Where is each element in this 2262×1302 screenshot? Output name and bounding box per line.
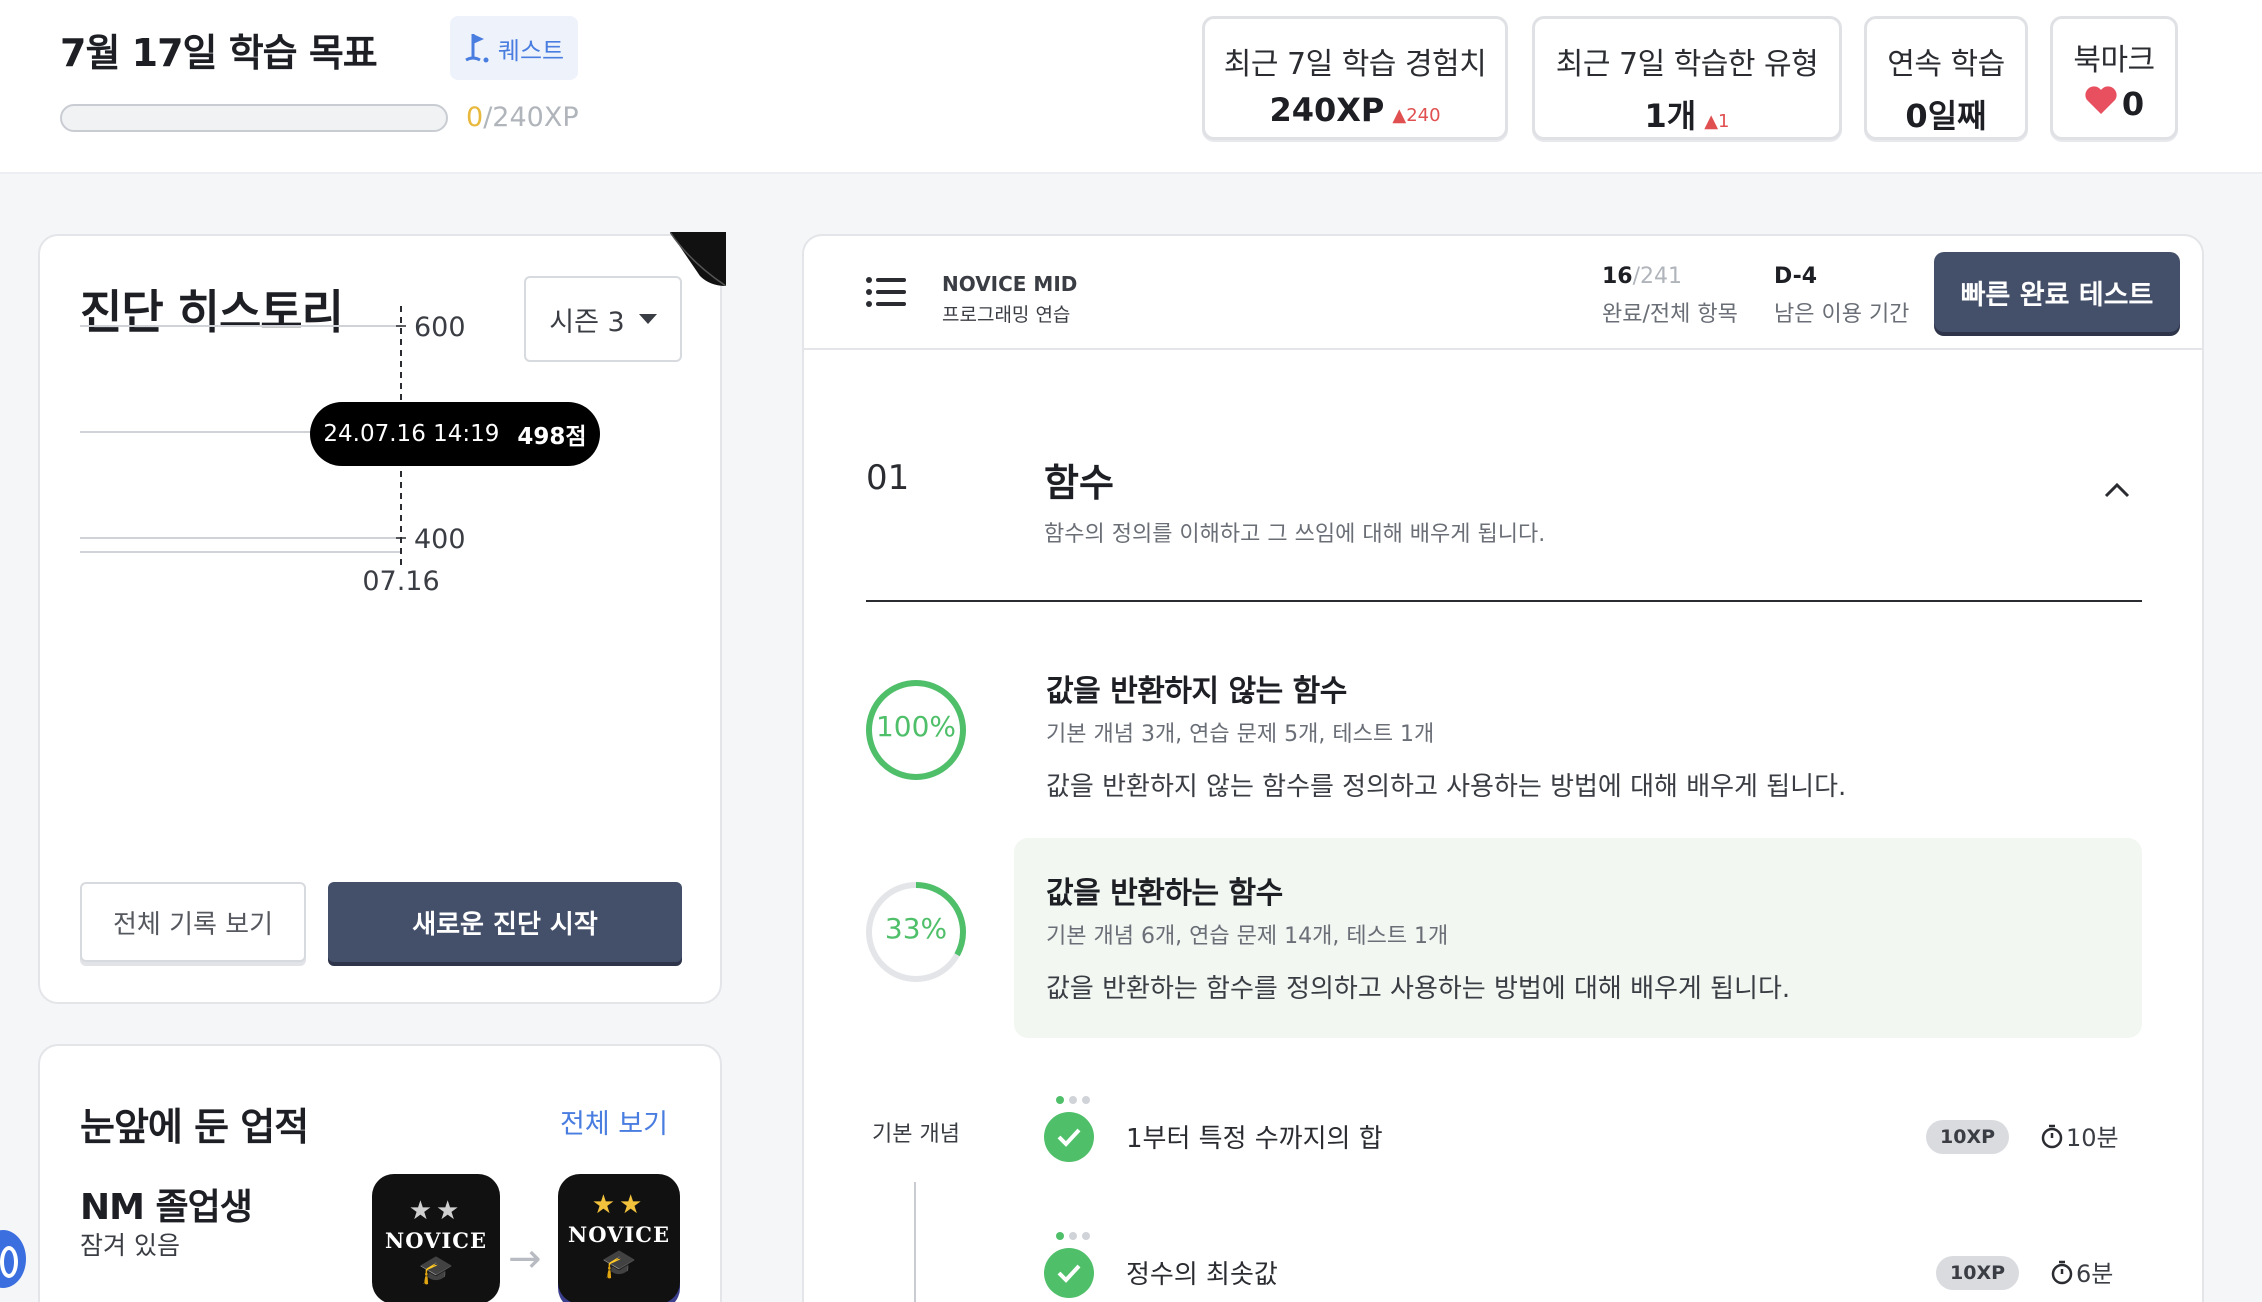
unit-card-active[interactable]: 값을 반환하는 함수 기본 개념 6개, 연습 문제 14개, 테스트 1개 값… xyxy=(1014,838,2142,1038)
stars-icon: ★★ xyxy=(408,1196,464,1226)
lesson-title: 1부터 특정 수까지의 합 xyxy=(1126,1124,1383,1154)
xp-progress-bar xyxy=(60,104,448,132)
lesson-xp-badge: 10XP xyxy=(1926,1120,2010,1154)
lesson-step-dots xyxy=(1056,1096,1090,1104)
chapter-divider xyxy=(866,600,2142,602)
y-tick-label: 400 xyxy=(414,524,466,555)
chart-tooltip: 24.07.16 14:19 498점 xyxy=(310,402,600,466)
lesson-time: 10분 xyxy=(2040,1118,2119,1153)
stat-value: 240XP xyxy=(1269,91,1385,129)
stat-card-weekly-xp[interactable]: 최근 7일 학습 경험치 240XP ▲240 xyxy=(1202,16,1508,140)
flag-icon xyxy=(465,34,489,63)
stat-label: 최근 7일 학습한 유형 xyxy=(1555,47,1819,82)
achievements-panel: 눈앞에 둔 업적 전체 보기 NM 졸업생 잠겨 있음 ★★ NOVICE 🎓 … xyxy=(38,1044,722,1302)
lesson-time: 6분 xyxy=(2050,1254,2113,1289)
unit-description: 값을 반환하는 함수를 정의하고 사용하는 방법에 대해 배우게 됩니다. xyxy=(1046,974,1791,1004)
progress-count: 16/241 xyxy=(1602,264,1682,289)
list-menu-icon[interactable] xyxy=(866,276,906,308)
see-all-link[interactable]: 전체 보기 xyxy=(560,1102,668,1141)
unit-description: 값을 반환하지 않는 함수를 정의하고 사용하는 방법에 대해 배우게 됩니다. xyxy=(1046,772,1847,802)
stat-card-bookmark[interactable]: 북마크 0 xyxy=(2050,16,2178,140)
lesson-step-dots xyxy=(1056,1232,1090,1240)
chapter-title: 함수 xyxy=(1044,461,1114,505)
lesson-xp-badge: 10XP xyxy=(1936,1256,2020,1290)
stat-value: 1개 xyxy=(1644,97,1697,135)
stat-card-streak[interactable]: 연속 학습 0일째 xyxy=(1864,16,2028,140)
achievement-name: NM 졸업생 xyxy=(80,1187,253,1228)
unit-title: 값을 반환하지 않는 함수 xyxy=(1046,674,1347,709)
progress-total: /241 xyxy=(1632,264,1683,289)
stopwatch-icon xyxy=(2041,1124,2063,1148)
dday-value: D-4 xyxy=(1774,264,1818,289)
unit-progress-label: 33% xyxy=(884,912,948,945)
unit-card[interactable]: 값을 반환하지 않는 함수 기본 개념 3개, 연습 문제 5개, 테스트 1개… xyxy=(1014,636,2142,836)
progress-done: 16 xyxy=(1602,264,1633,289)
unit-meta: 기본 개념 3개, 연습 문제 5개, 테스트 1개 xyxy=(1046,722,1435,747)
dday-label: 남은 이용 기간 xyxy=(1774,302,1910,327)
diagnosis-history-panel: 진단 히스토리 시즌 3 40050060007.16 24.07.16 14:… xyxy=(38,232,726,1004)
top-bar: 7월 17일 학습 목표 퀘스트 0/240XP 최근 7일 학습 경험치 24… xyxy=(0,0,2262,174)
progress-label: 완료/전체 항목 xyxy=(1602,302,1738,327)
start-diagnosis-button[interactable]: 새로운 진단 시작 xyxy=(328,882,682,962)
stat-value: 0 xyxy=(2121,85,2145,123)
heart-icon xyxy=(2085,86,2117,114)
stat-label: 연속 학습 xyxy=(1887,47,2005,82)
timeline-line xyxy=(914,1182,916,1302)
achievement-status: 잠겨 있음 xyxy=(80,1231,180,1260)
stat-label: 최근 7일 학습 경험치 xyxy=(1223,47,1487,82)
chevron-up-icon[interactable] xyxy=(2104,482,2130,498)
xp-current: 0 xyxy=(466,102,484,133)
xp-text: 0/240XP xyxy=(466,102,579,133)
help-bubble-icon[interactable] xyxy=(0,1230,26,1288)
badge-word: NOVICE xyxy=(385,1228,487,1253)
graduation-cap-icon: 🎓 xyxy=(601,1247,637,1280)
unit-meta: 기본 개념 6개, 연습 문제 14개, 테스트 1개 xyxy=(1046,924,1449,949)
quest-label: 퀘스트 xyxy=(497,36,565,65)
chapter-number: 01 xyxy=(866,458,910,498)
course-header: NOVICE MID 프로그래밍 연습 16/241 완료/전체 항목 D-4 … xyxy=(804,236,2202,350)
stopwatch-icon xyxy=(2051,1260,2073,1284)
x-tick-label: 07.16 xyxy=(362,566,439,597)
chapter-description: 함수의 정의를 이해하고 그 쓰임에 대해 배우게 됩니다. xyxy=(1044,522,1546,547)
y-tick-label: 600 xyxy=(414,312,466,343)
arrow-right-icon: → xyxy=(508,1236,542,1282)
badge-word: NOVICE xyxy=(568,1222,670,1247)
achievements-title: 눈앞에 둔 업적 xyxy=(80,1105,309,1149)
stat-value: 0일째 xyxy=(1905,97,1987,135)
tooltip-date: 24.07.16 14:19 xyxy=(323,421,500,447)
stat-delta: ▲240 xyxy=(1392,105,1441,126)
xp-total: /240XP xyxy=(483,102,579,133)
lesson-time-value: 6분 xyxy=(2076,1260,2114,1288)
quick-complete-test-button[interactable]: 빠른 완료 테스트 xyxy=(1934,252,2180,332)
unit-title: 값을 반환하는 함수 xyxy=(1046,876,1283,911)
novice-badge-current: ★★ NOVICE 🎓 xyxy=(372,1174,500,1302)
tooltip-score: 498점 xyxy=(517,424,587,450)
history-line-chart: 40050060007.16 xyxy=(80,306,466,597)
section-label: 기본 개념 xyxy=(872,1122,960,1147)
stat-delta: ▲1 xyxy=(1704,111,1730,132)
lesson-item[interactable]: 정수의 최솟값 10XP 6분 xyxy=(1044,1232,2144,1302)
unit-progress-label: 100% xyxy=(875,710,957,743)
lesson-title: 정수의 최솟값 xyxy=(1126,1260,1278,1290)
quest-button[interactable]: 퀘스트 xyxy=(450,16,578,80)
stat-card-weekly-types[interactable]: 최근 7일 학습한 유형 1개 ▲1 xyxy=(1532,16,1842,140)
check-icon xyxy=(1044,1248,1094,1298)
goal-title: 7월 17일 학습 목표 xyxy=(60,31,378,75)
view-all-history-button[interactable]: 전체 기록 보기 xyxy=(80,882,306,962)
graduation-cap-icon: 🎓 xyxy=(418,1253,454,1286)
check-icon xyxy=(1044,1112,1094,1162)
lesson-time-value: 10분 xyxy=(2066,1124,2119,1152)
lesson-item[interactable]: 1부터 특정 수까지의 합 10XP 10분 xyxy=(1044,1096,2144,1176)
course-panel: NOVICE MID 프로그래밍 연습 16/241 완료/전체 항목 D-4 … xyxy=(802,234,2204,1302)
novice-badge-next: ★★ NOVICE 🎓 xyxy=(558,1174,680,1302)
course-level: NOVICE MID xyxy=(942,272,1078,296)
stat-label: 북마크 xyxy=(2073,43,2155,78)
stars-icon: ★★ xyxy=(591,1190,647,1220)
course-subtitle: 프로그래밍 연습 xyxy=(942,304,1071,326)
